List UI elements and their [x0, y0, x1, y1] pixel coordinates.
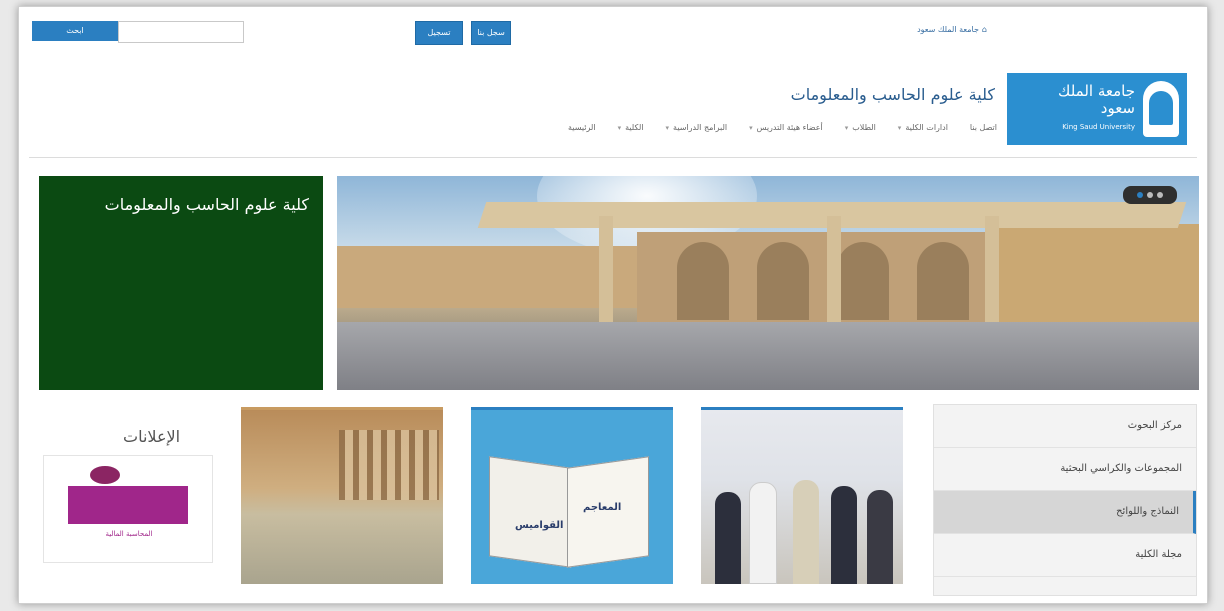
pillar: [599, 216, 613, 324]
nav-item-label: البرامج الدراسية: [673, 123, 728, 132]
nav-item-college[interactable]: الكلية▾: [618, 123, 644, 132]
nav-item-faculty[interactable]: أعضاء هيئة التدريس▾: [749, 123, 823, 132]
person: [715, 492, 741, 584]
ksu-emblem-icon: [1143, 81, 1179, 137]
sidebar-item-college-journal[interactable]: مجلة الكلية: [934, 534, 1196, 577]
college-title: كلية علوم الحاسب والمعلومات: [790, 85, 995, 104]
nav-item-departments[interactable]: ادارات الكلية▾: [898, 123, 948, 132]
hero-slider[interactable]: [337, 176, 1199, 390]
news-card-dictionaries[interactable]: المعاجم القواميس: [471, 407, 673, 584]
nav-item-label: الكلية: [625, 123, 644, 132]
nav-item-home[interactable]: الرئيسية: [568, 123, 596, 132]
book-word-2: القواميس: [515, 520, 564, 531]
person: [749, 482, 777, 584]
slider-dot[interactable]: [1137, 192, 1143, 198]
news-card-building-interior[interactable]: [241, 407, 443, 584]
arch: [837, 242, 889, 320]
main-nav: الرئيسية الكلية▾ البرامج الدراسية▾ أعضاء…: [568, 123, 997, 132]
arch: [677, 242, 729, 320]
announcements-title: الإعلانات: [123, 427, 181, 446]
announcement-banner[interactable]: المحاسبة المالية: [43, 455, 213, 563]
logo-arabic-text: جامعة الملك سعود: [1058, 82, 1135, 117]
book-page-left: [489, 456, 571, 568]
chevron-down-icon: ▾: [897, 124, 902, 132]
pillar: [827, 216, 841, 324]
register-button[interactable]: سجل بنا: [471, 21, 511, 45]
home-icon: ⌂: [981, 25, 987, 34]
chevron-down-icon: ▾: [844, 124, 849, 132]
lattice-wall: [339, 430, 439, 500]
slider-dot[interactable]: [1157, 192, 1163, 198]
building-left: [337, 246, 637, 308]
announcement-image: [68, 486, 188, 524]
slider-dots: [1123, 186, 1177, 204]
pillar: [985, 216, 999, 324]
nav-item-label: أعضاء هيئة التدريس: [756, 123, 823, 132]
nav-item-label: ادارات الكلية: [905, 123, 948, 132]
plaza-ground: [337, 322, 1199, 390]
banner-title: كلية علوم الحاسب والمعلومات: [104, 195, 309, 214]
header-divider: [29, 157, 1197, 158]
chevron-down-icon: ▾: [665, 124, 670, 132]
building-right: [997, 224, 1199, 328]
announcement-caption: المحاسبة المالية: [105, 530, 153, 538]
arch: [757, 242, 809, 320]
search-input[interactable]: [118, 21, 244, 43]
ksu-logo[interactable]: جامعة الملك سعود King Saud University: [1007, 73, 1187, 145]
home-link-label: جامعة الملك سعود: [917, 25, 979, 34]
home-link[interactable]: ⌂جامعة الملك سعود: [917, 25, 987, 34]
nav-item-programs[interactable]: البرامج الدراسية▾: [666, 123, 728, 132]
search-button[interactable]: ابحث: [32, 21, 118, 41]
college-banner: كلية علوم الحاسب والمعلومات: [39, 176, 323, 390]
nav-item-label: الطلاب: [852, 123, 876, 132]
book-word-1: المعاجم: [583, 502, 622, 513]
sidebar-item-forms-regulations[interactable]: النماذج واللوائح: [934, 491, 1196, 534]
slider-dot[interactable]: [1147, 192, 1153, 198]
arch: [917, 242, 969, 320]
nav-item-contact[interactable]: اتصل بنا: [970, 123, 997, 132]
quick-links-sidebar: مركز البحوث المجموعات والكراسي البحثية ا…: [933, 404, 1197, 596]
sidebar-item-research-groups[interactable]: المجموعات والكراسي البحثية: [934, 448, 1196, 491]
logo-english-text: King Saud University: [1062, 123, 1135, 131]
nav-item-label: اتصل بنا: [969, 123, 997, 132]
nav-item-label: الرئيسية: [568, 123, 596, 132]
nav-item-students[interactable]: الطلاب▾: [845, 123, 876, 132]
person: [831, 486, 857, 584]
chevron-down-icon: ▾: [617, 124, 622, 132]
person: [867, 490, 893, 584]
sidebar-item-research-center[interactable]: مركز البحوث: [934, 405, 1196, 448]
news-card-group-photo[interactable]: [701, 407, 903, 584]
chevron-down-icon: ▾: [749, 124, 753, 132]
browser-page: ابحث تسجيل سجل بنا ⌂جامعة الملك سعود جام…: [18, 6, 1208, 604]
ball-icon: [90, 466, 120, 484]
person: [793, 480, 819, 584]
login-button[interactable]: تسجيل: [415, 21, 463, 45]
